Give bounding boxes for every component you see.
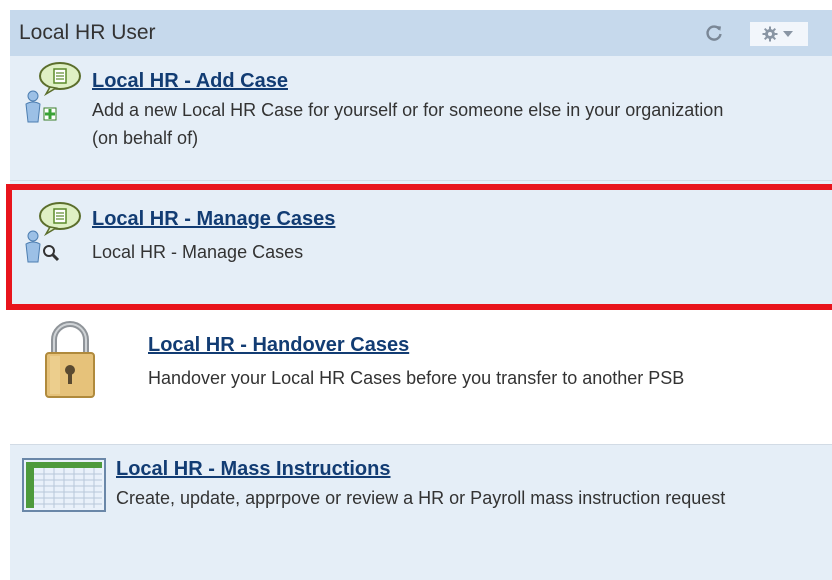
settings-menu-button[interactable] bbox=[750, 22, 808, 46]
person-chat-search-icon[interactable] bbox=[20, 200, 90, 275]
divider bbox=[10, 444, 832, 445]
manage-cases-description: Local HR - Manage Cases bbox=[92, 242, 304, 262]
pagelet-title: Local HR User bbox=[19, 21, 156, 44]
refresh-icon[interactable] bbox=[704, 23, 724, 43]
mass-instructions-link[interactable]: Local HR - Mass Instructions bbox=[116, 458, 391, 481]
gear-icon bbox=[762, 26, 778, 42]
divider bbox=[10, 306, 832, 307]
handover-cases-description: Handover your Local HR Cases before you … bbox=[148, 368, 685, 388]
mass-instructions-description: Create, update, apprpove or review a HR … bbox=[116, 488, 726, 508]
divider bbox=[10, 180, 832, 181]
chevron-down-icon bbox=[783, 31, 793, 37]
padlock-icon[interactable] bbox=[42, 320, 98, 405]
handover-cases-link[interactable]: Local HR - Handover Cases bbox=[148, 334, 409, 357]
spreadsheet-icon[interactable] bbox=[22, 458, 106, 517]
pagelet-header: Local HR User bbox=[10, 10, 832, 56]
person-chat-add-icon[interactable] bbox=[20, 60, 90, 135]
add-case-description: Add a new Local HR Case for yourself or … bbox=[92, 100, 724, 148]
add-case-link[interactable]: Local HR - Add Case bbox=[92, 70, 288, 93]
manage-cases-link[interactable]: Local HR - Manage Cases bbox=[92, 208, 335, 231]
